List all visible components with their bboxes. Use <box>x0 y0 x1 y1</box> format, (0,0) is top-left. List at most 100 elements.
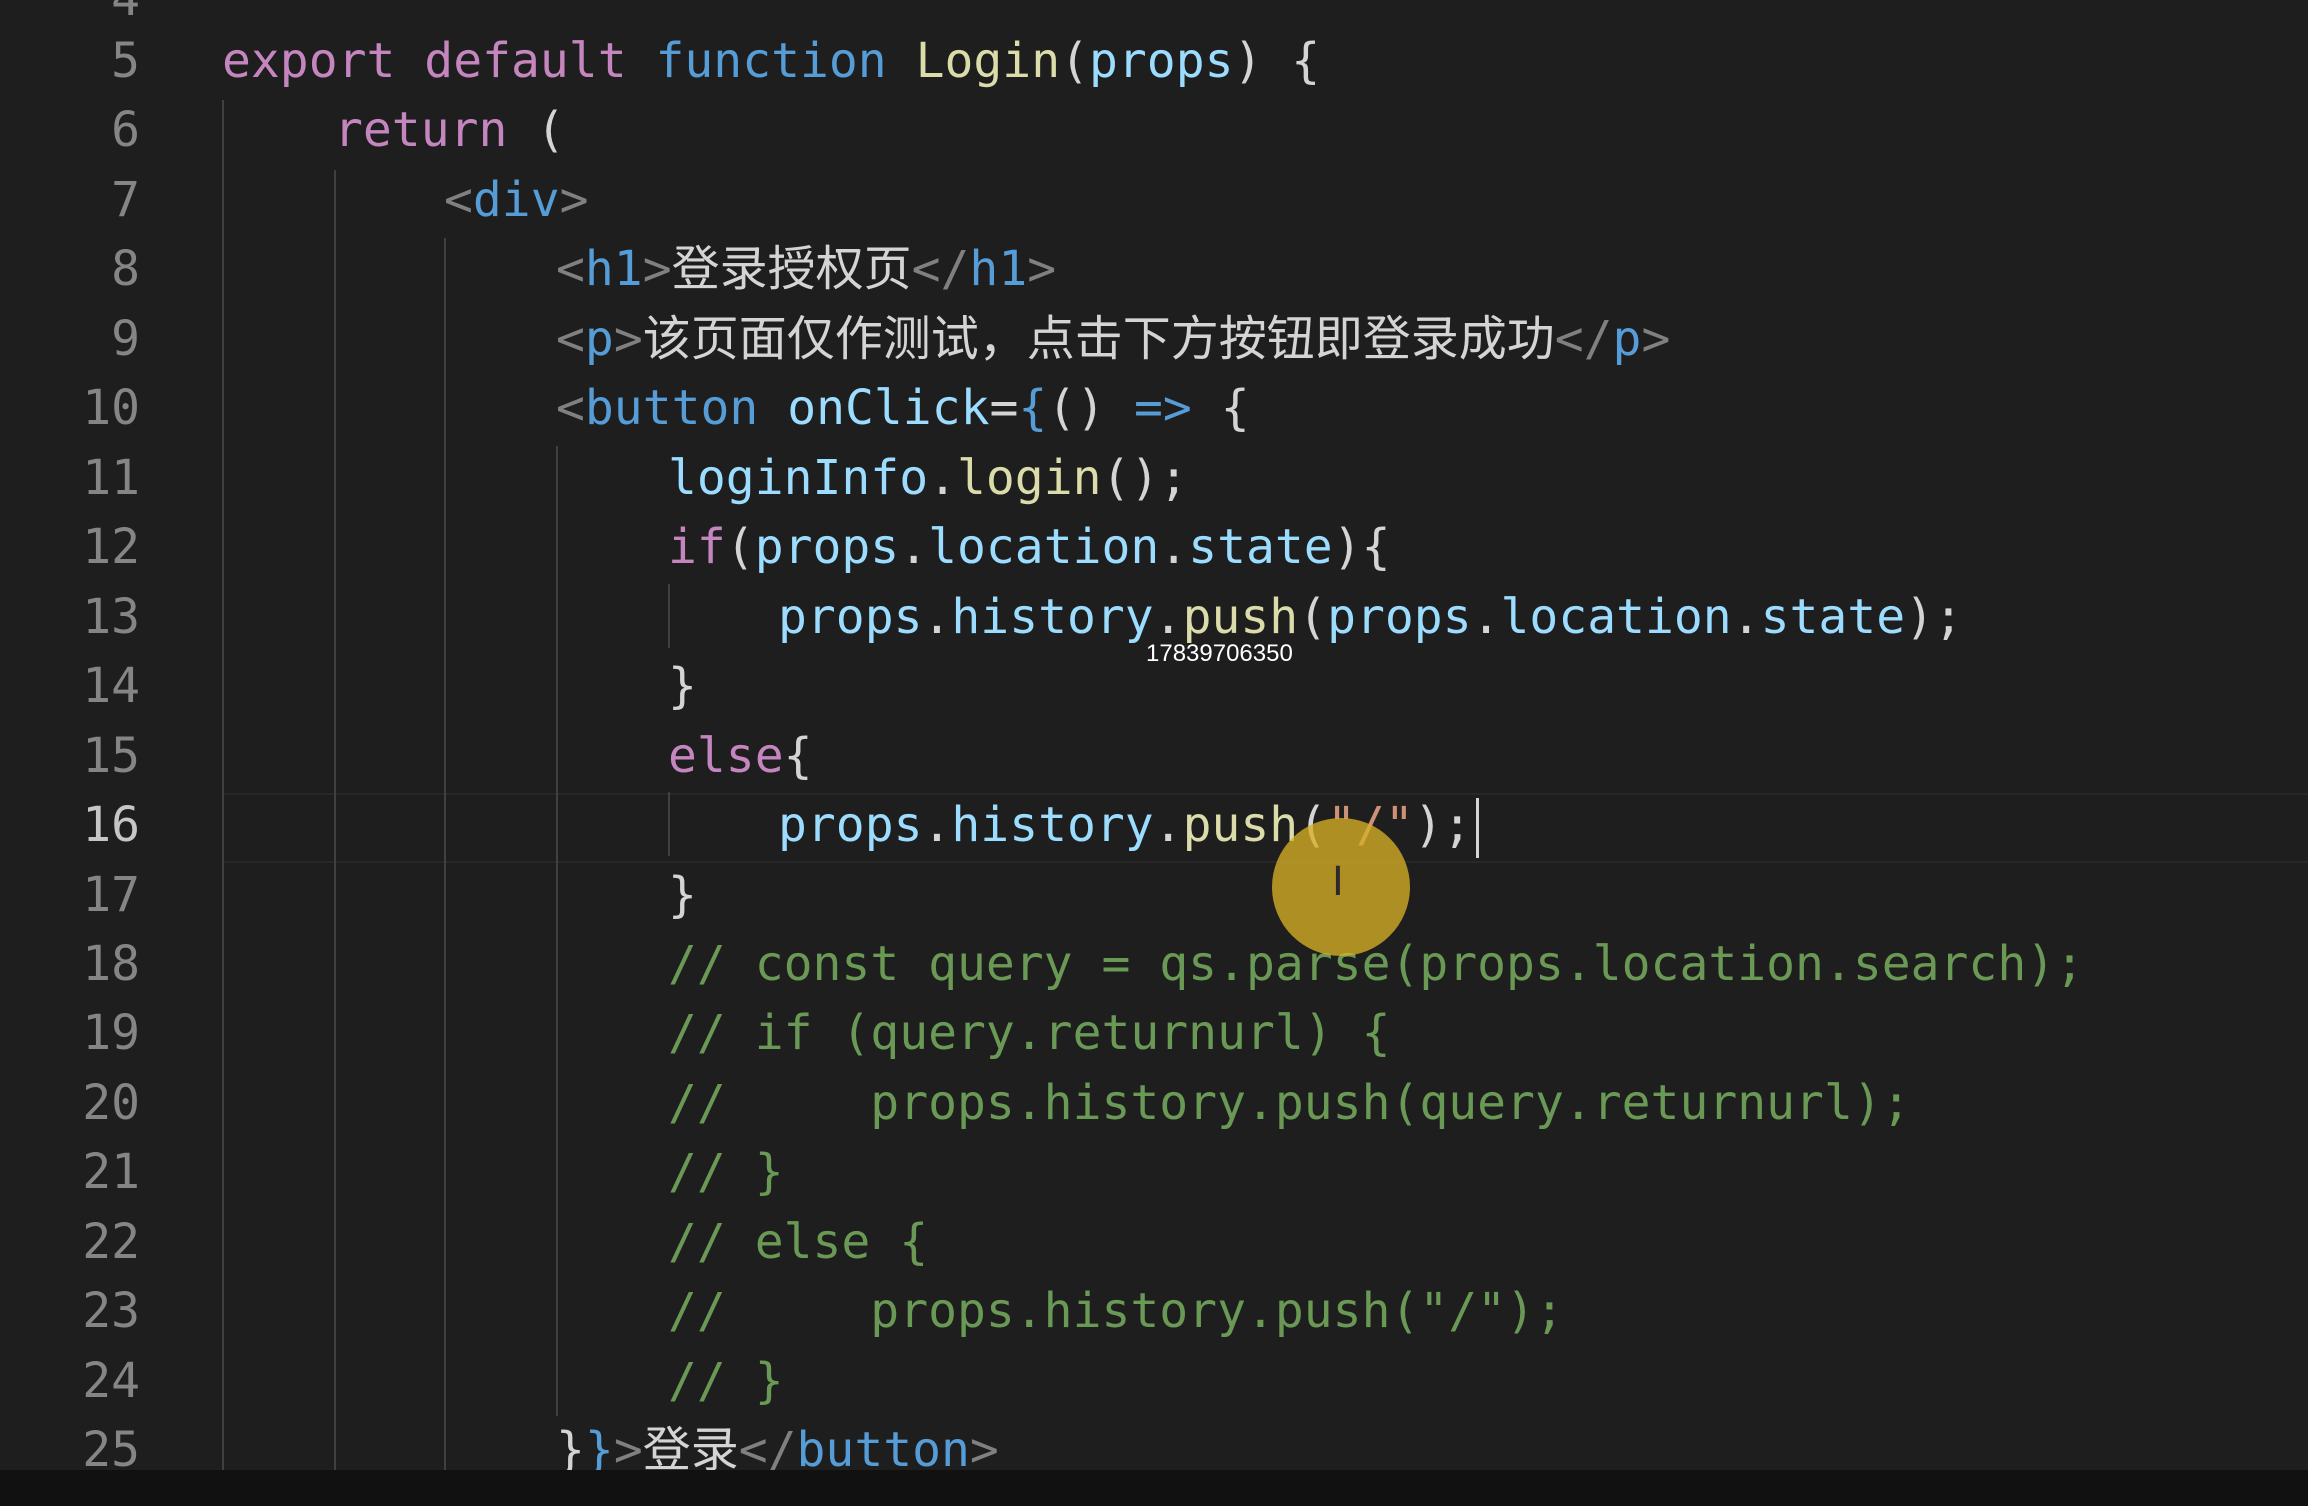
code-token: p <box>584 311 614 367</box>
code-token: </ <box>738 1422 797 1470</box>
code-line[interactable]: 15 else{ <box>0 722 2308 791</box>
code-line[interactable]: 9 <p>该页面仅作测试，点击下方按钮即登录成功</p> <box>0 305 2308 374</box>
line-number: 12 <box>82 519 140 575</box>
code-line[interactable]: 25 }}>登录</button> <box>0 1416 2308 1470</box>
bottom-bar <box>0 1470 2308 1506</box>
code-line[interactable]: 22 // else { <box>0 1208 2308 1277</box>
code-token: push <box>1182 797 1299 853</box>
line-number: 5 <box>111 33 140 89</box>
code-token: > <box>642 241 672 297</box>
code-token: } <box>584 1422 614 1470</box>
line-number: 16 <box>82 797 140 853</box>
code-token: button <box>584 380 759 436</box>
code-token: // if (query.returnurl) { <box>668 1005 1391 1061</box>
code-token: ( <box>725 519 755 575</box>
code-line[interactable]: 12 if(props.location.state){ <box>0 513 2308 582</box>
code-text: // props.history.push(query.returnurl); <box>668 1069 1911 1138</box>
code-token: state <box>1188 519 1333 575</box>
code-token: > <box>969 1422 999 1470</box>
code-text: // props.history.push("/"); <box>668 1277 1564 1346</box>
code-token: props <box>1089 33 1234 89</box>
code-token: // } <box>668 1144 784 1200</box>
code-token: { <box>1018 380 1048 436</box>
code-token: props <box>754 519 900 575</box>
code-token: div <box>472 172 560 228</box>
code-text: <div> <box>444 166 589 235</box>
code-token: > <box>1641 311 1671 367</box>
line-number: 22 <box>82 1214 140 1270</box>
code-token: { <box>783 728 813 784</box>
code-token: state <box>1760 589 1906 645</box>
code-token: } <box>668 867 697 923</box>
code-token: // else { <box>668 1214 929 1270</box>
code-token: . <box>1153 797 1183 853</box>
code-token: () <box>1047 380 1135 436</box>
line-number: 14 <box>82 658 140 714</box>
code-token: </ <box>911 241 970 297</box>
code-editor[interactable]: 4 5 export default function Login(props)… <box>0 0 2308 1470</box>
text-caret <box>1475 798 1479 858</box>
code-token: props <box>778 797 923 853</box>
code-token: if <box>668 519 726 575</box>
code-line[interactable]: 24 // } <box>0 1347 2308 1416</box>
line-number: 25 <box>82 1422 140 1470</box>
code-text: // else { <box>668 1208 928 1277</box>
code-token: => <box>1134 380 1192 436</box>
code-line[interactable]: 23 // props.history.push("/"); <box>0 1277 2308 1346</box>
code-text: // } <box>668 1347 784 1416</box>
code-text: props.history.push(props.location.state)… <box>778 583 1963 652</box>
code-text: <button onClick={() => { <box>556 374 1250 443</box>
code-token: location <box>928 519 1160 575</box>
code-token: button <box>796 1422 970 1470</box>
code-line[interactable]: 19 // if (query.returnurl) { <box>0 999 2308 1068</box>
code-text: }}>登录</button> <box>556 1416 999 1470</box>
code-token: { <box>1191 380 1250 436</box>
code-token: ( <box>1298 589 1328 645</box>
code-token: loginInfo <box>668 450 929 506</box>
line-number: 9 <box>111 311 140 367</box>
line-number: 7 <box>111 172 140 228</box>
code-line[interactable]: 7 <div> <box>0 166 2308 235</box>
code-text: return ( <box>334 96 565 165</box>
code-token: // props.history.push("/"); <box>668 1283 1564 1339</box>
code-token: ){ <box>1332 519 1391 575</box>
line-number: 15 <box>82 728 140 784</box>
code-token: login <box>957 450 1102 506</box>
line-number: 23 <box>82 1283 140 1339</box>
code-line[interactable]: 8 <h1>登录授权页</h1> <box>0 235 2308 304</box>
code-line[interactable]: 18 // const query = qs.parse(props.locat… <box>0 930 2308 999</box>
code-token: history <box>951 797 1154 853</box>
code-token: history <box>951 589 1154 645</box>
code-line[interactable]: 21 // } <box>0 1138 2308 1207</box>
code-line[interactable]: 17 } <box>0 861 2308 930</box>
code-line-active[interactable]: 16 props.history.push("/"); <box>0 791 2308 860</box>
code-token: . <box>1159 519 1189 575</box>
code-token: > <box>559 172 589 228</box>
code-token: > <box>1027 241 1057 297</box>
code-text: // if (query.returnurl) { <box>668 999 1390 1068</box>
code-text: // } <box>668 1138 784 1207</box>
line-number: 24 <box>82 1353 140 1409</box>
line-number: 19 <box>82 1005 140 1061</box>
code-line[interactable]: 11 loginInfo.login(); <box>0 444 2308 513</box>
line-number: 18 <box>82 936 140 992</box>
line-number: 11 <box>82 450 140 506</box>
code-token: . <box>928 450 957 506</box>
code-token: onClick <box>787 380 990 436</box>
code-token: (); <box>1101 450 1189 506</box>
code-token: function <box>655 33 887 89</box>
code-line[interactable]: 5 export default function Login(props) { <box>0 27 2308 96</box>
code-text: export default function Login(props) { <box>222 27 1320 96</box>
code-token: ) <box>1233 33 1292 89</box>
code-line[interactable]: 20 // props.history.push(query.returnurl… <box>0 1069 2308 1138</box>
code-token: ( <box>507 102 566 158</box>
code-token: . <box>1153 589 1183 645</box>
code-line[interactable]: 6 return ( <box>0 96 2308 165</box>
code-line[interactable]: 10 <button onClick={() => { <box>0 374 2308 443</box>
code-token: < <box>444 172 473 228</box>
code-token: props <box>778 589 923 645</box>
code-token: else <box>668 728 784 784</box>
code-token: return <box>334 102 508 158</box>
code-token: // props.history.push(query.returnurl); <box>668 1075 1911 1131</box>
